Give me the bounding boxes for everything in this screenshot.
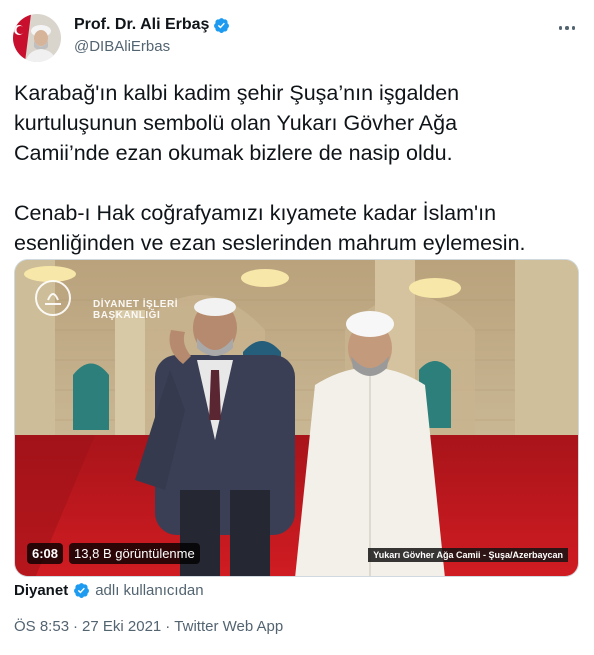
video-stats: 6:08 13,8 B görüntülenme (27, 543, 200, 564)
tweet-line: kurtuluşunun sembolü olan Yukarı Gövher … (14, 111, 458, 135)
logo-line-1: DİYANET İŞLERİ (93, 299, 178, 310)
tweet-paragraph-2: Cenab-ı Hak coğrafyamızı kıyamete kadar … (14, 198, 580, 258)
video-views: 13,8 B görüntülenme (69, 543, 200, 564)
verified-badge-icon (213, 17, 230, 34)
tweet-card: Prof. Dr. Ali Erbaş @DIBAliErbas Karabağ… (0, 0, 594, 655)
video-player[interactable]: DİYANET İŞLERİ BAŞKANLIĞI 6:08 13,8 B gö… (14, 259, 579, 577)
tweet-line: Camii’nde ezan okumak bizlere de nasip o… (14, 141, 453, 165)
tweet-line: Cenab-ı Hak coğrafyamızı kıyamete kadar … (14, 201, 497, 225)
verified-badge-icon (73, 582, 90, 599)
tweet-line: esenliğinden ve ezan seslerinden mahrum … (14, 231, 526, 255)
video-duration: 6:08 (27, 543, 64, 564)
meta-separator: · (73, 618, 79, 635)
tweet-date-link[interactable]: 27 Eki 2021 (82, 618, 161, 635)
meta-separator: · (165, 618, 171, 635)
video-logo-text: DİYANET İŞLERİ BAŞKANLIĞI (93, 299, 178, 321)
more-dots-icon[interactable] (555, 18, 579, 38)
tweet-meta: ÖS 8:53 · 27 Eki 2021 · Twitter Web App (14, 618, 283, 635)
video-source: Diyanet adlı kullanıcıdan (14, 582, 204, 599)
avatar[interactable] (13, 14, 61, 62)
tweet-app-link[interactable]: Twitter Web App (174, 618, 283, 635)
video-caption: Yukarı Gövher Ağa Camii - Şuşa/Azerbayca… (368, 548, 568, 562)
author-display-row[interactable]: Prof. Dr. Ali Erbaş (74, 16, 230, 34)
tweet-paragraph-1: Karabağ'ın kalbi kadim şehir Şuşa’nın iş… (14, 78, 580, 168)
tweet-text: Karabağ'ın kalbi kadim şehir Şuşa’nın iş… (14, 78, 580, 258)
author-display-name[interactable]: Prof. Dr. Ali Erbaş (74, 16, 209, 34)
tweet-time-link[interactable]: ÖS 8:53 (14, 618, 69, 635)
author-names: Prof. Dr. Ali Erbaş @DIBAliErbas (74, 16, 230, 55)
tweet-line: Karabağ'ın kalbi kadim şehir Şuşa’nın iş… (14, 81, 460, 105)
logo-line-2: BAŞKANLIĞI (93, 310, 161, 321)
source-name-link[interactable]: Diyanet (14, 582, 68, 599)
author-handle[interactable]: @DIBAliErbas (74, 38, 230, 55)
tweet-header: Prof. Dr. Ali Erbaş @DIBAliErbas (13, 12, 581, 64)
source-suffix: adlı kullanıcıdan (95, 582, 204, 599)
